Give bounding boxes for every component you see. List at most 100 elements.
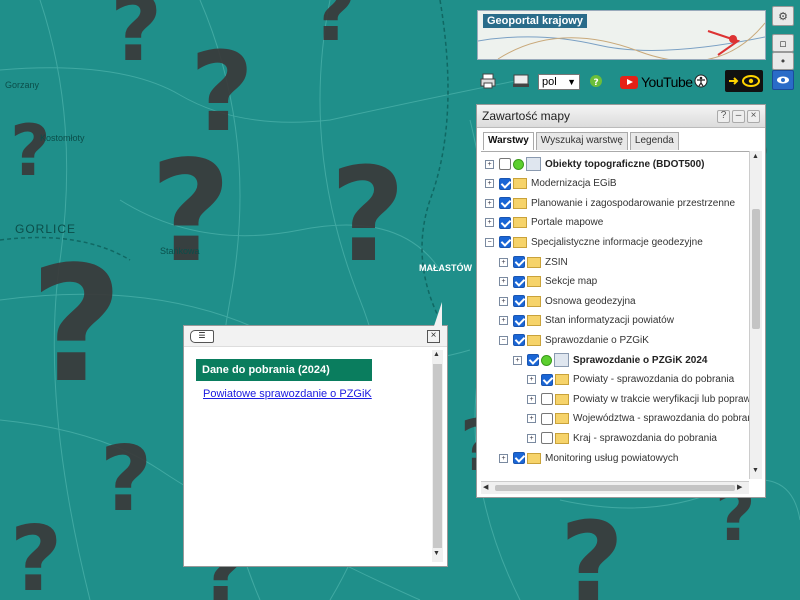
tab-search-layer[interactable]: Wyszukaj warstwę <box>535 132 628 150</box>
layer-label: Województwa - sprawozdania do pobrania <box>573 413 749 425</box>
scroll-thumb[interactable] <box>752 209 760 329</box>
layer-row[interactable]: + Powiaty - sprawozdania do pobrania <box>527 370 734 390</box>
expand-icon[interactable]: + <box>499 277 508 287</box>
handle-icon[interactable]: ▫ <box>772 34 794 52</box>
layer-row[interactable]: + ZSIN <box>499 252 568 272</box>
svg-text:?: ? <box>150 131 231 294</box>
folder-icon <box>527 334 541 346</box>
layer-checkbox[interactable] <box>513 275 525 288</box>
list-icon[interactable]: ☰ <box>190 330 214 343</box>
folder-icon <box>513 236 527 248</box>
layer-checkbox[interactable] <box>513 295 525 308</box>
help-icon[interactable]: ? <box>717 110 730 123</box>
layer-row[interactable]: − Specjalistyczne informacje geodezyjne <box>485 232 703 252</box>
expand-icon[interactable]: + <box>499 296 508 306</box>
scroll-thumb[interactable] <box>433 364 442 548</box>
collapse-icon[interactable]: − <box>485 237 494 247</box>
folder-icon <box>555 374 569 386</box>
scroll-up-icon[interactable]: ▲ <box>752 153 759 160</box>
expand-icon[interactable]: + <box>499 257 508 267</box>
layer-row[interactable]: + Obiekty topograficzne (BDOT500) <box>485 154 704 174</box>
eye-icon[interactable] <box>725 70 763 92</box>
layer-row[interactable]: + Modernizacja EGiB <box>485 174 617 194</box>
folder-icon <box>555 432 569 444</box>
layer-checkbox[interactable] <box>541 393 553 406</box>
expand-icon[interactable]: + <box>513 355 522 365</box>
expand-icon[interactable]: + <box>527 414 536 424</box>
layer-checkbox[interactable] <box>541 373 553 386</box>
layer-checkbox[interactable] <box>513 256 525 268</box>
layer-checkbox[interactable] <box>513 334 525 347</box>
layer-label: Stan informatyzacji powiatów <box>545 315 674 327</box>
popup-scrollbar[interactable]: ▲ ▼ <box>432 350 443 562</box>
map-label-town: Gorzany <box>5 80 40 90</box>
layer-checkbox[interactable] <box>541 412 553 425</box>
folder-icon <box>555 393 569 405</box>
scanner-icon[interactable] <box>511 71 531 91</box>
close-icon[interactable]: × <box>747 110 760 123</box>
scroll-right-icon[interactable]: ▶ <box>737 483 742 491</box>
report-link[interactable]: Powiatowe sprawozdanie o PZGiK <box>203 388 372 400</box>
layer-row[interactable]: + Planowanie i zagospodarowanie przestrze… <box>485 193 735 213</box>
scroll-up-icon[interactable]: ▲ <box>433 351 440 358</box>
layer-row[interactable]: + Powiaty w trakcie weryfikacji lub popra… <box>527 389 749 409</box>
youtube-link[interactable]: YouTube <box>620 72 693 92</box>
expand-icon[interactable]: + <box>485 179 494 189</box>
layer-label: Obiekty topograficzne (BDOT500) <box>545 158 705 170</box>
layer-row[interactable]: + Portale mapowe <box>485 213 603 233</box>
layer-label: Sprawozdanie o PZGiK <box>545 334 649 346</box>
layer-row[interactable]: + Monitoring usług powiatowych <box>499 448 678 468</box>
layer-label: Modernizacja EGiB <box>531 178 617 190</box>
layer-row[interactable]: + Stan informatyzacji powiatów <box>499 311 674 331</box>
scroll-thumb[interactable] <box>495 485 735 491</box>
language-select[interactable]: pol ▼ <box>538 74 580 90</box>
layer-checkbox[interactable] <box>499 177 511 190</box>
wms-icon <box>526 157 541 171</box>
scroll-down-icon[interactable]: ▼ <box>433 550 440 557</box>
layer-label: ZSIN <box>545 256 568 268</box>
layer-checkbox[interactable] <box>499 197 511 210</box>
panel-header[interactable]: Zawartość mapy ? – × <box>477 105 765 128</box>
expand-icon[interactable]: + <box>485 218 494 228</box>
expand-icon[interactable]: + <box>485 198 494 208</box>
layer-row[interactable]: + Kraj - sprawozdania do pobrania <box>527 428 717 448</box>
minimize-icon[interactable]: – <box>732 110 745 123</box>
layer-checkbox[interactable] <box>499 158 511 170</box>
expand-icon[interactable]: + <box>499 453 508 463</box>
close-icon[interactable]: × <box>427 330 440 343</box>
expand-icon[interactable]: + <box>527 375 536 385</box>
expand-icon[interactable]: + <box>527 433 536 443</box>
layer-row[interactable]: + Sprawozdanie o PZGiK 2024 <box>513 350 707 370</box>
expand-icon[interactable]: + <box>499 316 508 326</box>
expand-icon[interactable]: + <box>527 394 536 404</box>
svg-text:?: ? <box>110 0 162 82</box>
layer-label: Sekcje map <box>545 276 598 288</box>
layer-checkbox[interactable] <box>527 354 539 366</box>
print-icon[interactable] <box>479 71 497 91</box>
help-icon[interactable]: ? <box>588 71 604 91</box>
scroll-left-icon[interactable]: ◀ <box>483 483 488 491</box>
layer-row[interactable]: + Województwa - sprawozdania do pobrania <box>527 409 749 429</box>
tree-vertical-scrollbar[interactable]: ▲ ▼ <box>749 151 762 479</box>
geoportal-logo[interactable]: Geoportal krajowy <box>477 10 766 60</box>
popup-header: Dane do pobrania (2024) <box>196 359 372 381</box>
info-popup: ☰ × Dane do pobrania (2024) Powiatowe sp… <box>183 302 448 567</box>
layer-checkbox[interactable] <box>513 452 525 464</box>
tree-horizontal-scrollbar[interactable]: ◀ ▶ <box>481 481 749 494</box>
expand-icon[interactable]: + <box>485 159 494 169</box>
scroll-down-icon[interactable]: ▼ <box>752 467 759 474</box>
accessibility-icon[interactable] <box>693 71 709 91</box>
layer-checkbox[interactable] <box>513 314 525 327</box>
layer-checkbox[interactable] <box>499 216 511 229</box>
layer-checkbox[interactable] <box>541 432 553 445</box>
tab-legend[interactable]: Legenda <box>629 132 679 150</box>
collapse-icon[interactable]: − <box>499 335 508 345</box>
layer-checkbox[interactable] <box>499 236 511 249</box>
layer-row[interactable]: + Sekcje map <box>499 272 597 292</box>
settings-icon[interactable]: ⚙ <box>772 6 794 26</box>
dot-icon[interactable]: • <box>772 52 794 70</box>
layer-row[interactable]: + Osnowa geodezyjna <box>499 291 636 311</box>
layer-row[interactable]: − Sprawozdanie o PZGiK <box>499 330 649 350</box>
view-eye-icon[interactable] <box>772 70 794 90</box>
tab-layers[interactable]: Warstwy <box>483 132 534 150</box>
